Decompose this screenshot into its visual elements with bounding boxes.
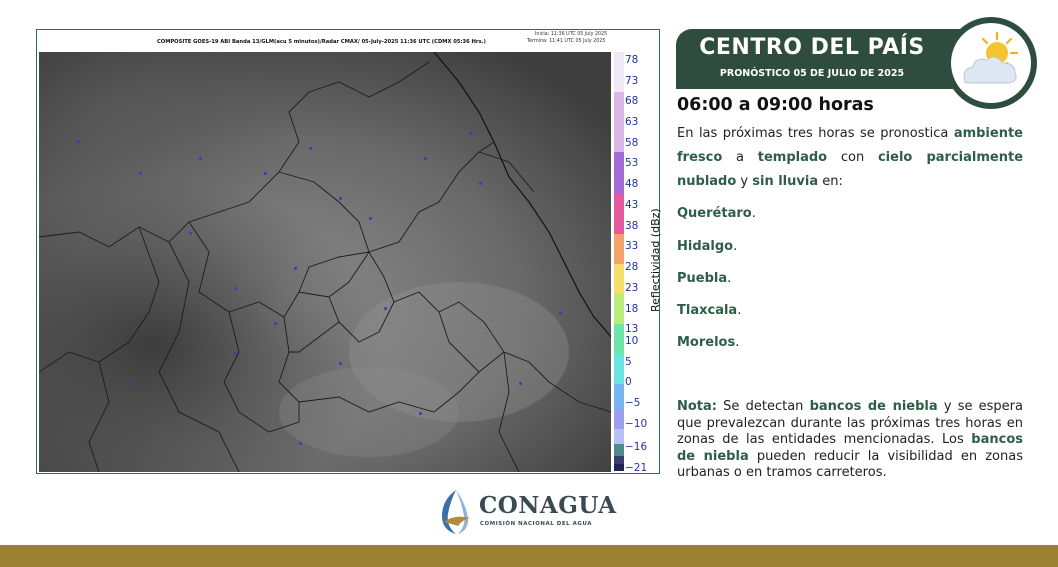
colorbar-tick: 73 — [625, 75, 639, 87]
state-item: Querétaro. — [677, 206, 756, 221]
colorbar-tick: 58 — [625, 137, 639, 149]
forecast-highlight: templado — [757, 150, 828, 165]
forecast-text: en: — [818, 174, 843, 189]
logo-subtitle: COMISIÓN NACIONAL DEL AGUA — [480, 521, 593, 527]
colorbar-tick: 68 — [625, 95, 639, 107]
forecast-text: En las próximas tres horas se pronostica — [677, 126, 954, 141]
region-header: CENTRO DEL PAÍS PRONÓSTICO 05 DE JULIO D… — [676, 29, 986, 89]
weather-badge — [945, 17, 1037, 109]
colorbar-tick: 63 — [625, 116, 639, 128]
footer-bar — [0, 545, 1058, 567]
state-name: Puebla — [677, 271, 728, 286]
colorbar-tick: 28 — [625, 261, 639, 273]
logo-name: CONAGUA — [479, 492, 617, 519]
colorbar-tick: 53 — [625, 157, 639, 169]
map-city-marker — [369, 217, 372, 220]
forecast-text: con — [827, 150, 878, 165]
map-city-marker — [419, 412, 422, 415]
colorbar — [614, 52, 624, 471]
note-highlight: bancos de niebla — [809, 399, 938, 414]
map-city-marker — [274, 322, 277, 325]
forecast-paragraph: En las próximas tres horas se pronostica… — [677, 122, 1023, 194]
map-city-marker — [519, 382, 522, 385]
colorbar-tick: 18 — [625, 303, 639, 315]
colorbar-tick: 38 — [625, 220, 639, 232]
region-title: CENTRO DEL PAÍS — [699, 35, 925, 60]
map-city-marker — [424, 157, 427, 160]
map-city-marker — [479, 182, 482, 185]
state-item: Morelos. — [677, 335, 740, 350]
note-paragraph: Nota: Se detectan bancos de niebla y se … — [677, 399, 1023, 482]
partly-cloudy-icon — [963, 31, 1019, 84]
state-name: Tlaxcala — [677, 303, 738, 318]
colorbar-tick: 0 — [625, 376, 632, 388]
map-city-marker — [559, 312, 562, 315]
colorbar-tick: 5 — [625, 356, 632, 368]
map-city-marker — [299, 442, 302, 445]
colorbar-tick: 10 — [625, 335, 639, 347]
map-city-marker — [189, 232, 192, 235]
state-name: Hidalgo — [677, 239, 734, 254]
map-city-marker — [294, 267, 297, 270]
note-label: Nota: — [677, 399, 717, 414]
forecast-text: y — [736, 174, 753, 189]
map-city-marker — [264, 172, 267, 175]
colorbar-tick: −16 — [625, 441, 648, 453]
satellite-image-svg — [39, 52, 611, 472]
state-item: Tlaxcala. — [677, 303, 742, 318]
map-city-marker — [234, 352, 237, 355]
map-city-marker — [129, 382, 132, 385]
map-city-marker — [339, 362, 342, 365]
state-name: Morelos — [677, 335, 736, 350]
state-item: Hidalgo. — [677, 239, 738, 254]
satellite-image — [39, 52, 611, 472]
weather-badge-inner — [951, 23, 1031, 103]
map-city-marker — [139, 172, 142, 175]
map-city-marker — [77, 140, 80, 143]
colorbar-tick: 48 — [625, 178, 639, 190]
note-text: Se detectan — [717, 399, 810, 414]
forecast-text: a — [722, 150, 758, 165]
colorbar-tick: −21 — [625, 462, 648, 474]
colorbar-tick: 78 — [625, 54, 639, 66]
state-item: Puebla. — [677, 271, 732, 286]
map-city-marker — [384, 307, 387, 310]
map-title: COMPOSITE GOES-19 ABI Banda 13/GLM(acu 5… — [157, 39, 486, 45]
colorbar-tick: 23 — [625, 282, 639, 294]
colorbar-tick: 43 — [625, 199, 639, 211]
map-city-marker — [199, 157, 202, 160]
map-start-time: Inicia: 11:36 UTC 05 July 2025 — [535, 32, 608, 37]
map-city-marker — [469, 132, 472, 135]
colorbar-tick: −5 — [625, 397, 641, 409]
colorbar-label: Reflectividad (dBz) — [649, 208, 662, 312]
colorbar-tick: 13 — [625, 323, 639, 335]
satellite-map-panel: COMPOSITE GOES-19 ABI Banda 13/GLM(acu 5… — [36, 29, 662, 474]
forecast-highlight: sin lluvia — [752, 174, 819, 189]
colorbar-tick: −10 — [625, 418, 648, 430]
map-city-marker — [339, 197, 342, 200]
state-name: Querétaro — [677, 206, 752, 221]
map-city-marker — [309, 147, 312, 150]
forecast-date: PRONÓSTICO 05 DE JULIO DE 2025 — [719, 68, 905, 79]
page-body: COMPOSITE GOES-19 ABI Banda 13/GLM(acu 5… — [0, 0, 1058, 480]
map-end-time: Termina: 11:41 UTC 05 July 2025 — [527, 39, 606, 44]
conagua-logo-icon — [442, 490, 470, 534]
map-city-marker — [234, 287, 237, 290]
time-range-heading: 06:00 a 09:00 horas — [677, 95, 874, 115]
colorbar-tick: 33 — [625, 240, 639, 252]
